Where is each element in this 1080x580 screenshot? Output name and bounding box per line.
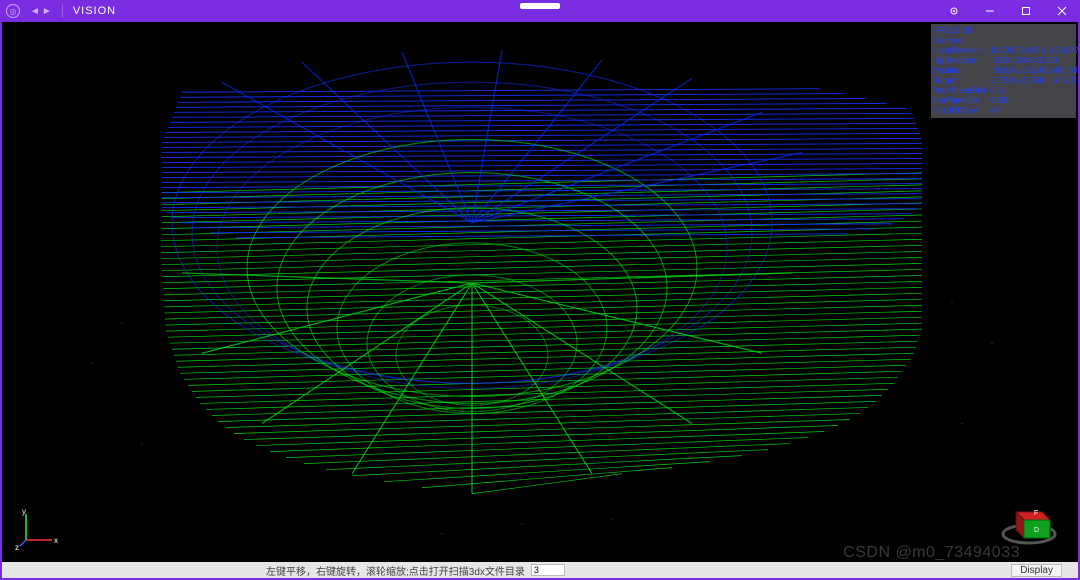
hud-row-lookdirection: LookDirection 11.100,264.906,-123.677 (934, 46, 1073, 56)
hud-value: -28.614,-332.406,409.588 (990, 66, 1078, 76)
window-title: VISION (73, 5, 116, 17)
maximize-icon (1021, 6, 1031, 16)
hud-camera-label: Camera (934, 36, 962, 46)
camera-info-hud: FPS: 19.08 Camera LookDirection 11.100,2… (931, 24, 1076, 118)
nav-forward-button[interactable]: ► (42, 6, 52, 17)
hud-label: Target (934, 76, 990, 86)
hud-value: 5000 (990, 96, 1008, 106)
hud-row-target: Target -17.514,-67.040,-14.315 (934, 76, 1073, 86)
titlebar: ◎ ◄ ► VISION (0, 0, 1080, 22)
hud-value: 45° (990, 106, 1002, 116)
axis-x-label: x (54, 536, 58, 545)
axis-widget: x y z (18, 508, 58, 548)
statusbar-spin-input[interactable] (531, 564, 565, 576)
viewport-3d[interactable]: FPS: 19.08 Camera LookDirection 11.100,2… (2, 22, 1078, 560)
viewcube-cube-icon (1016, 512, 1050, 538)
hud-value: 0.01 (990, 86, 1006, 96)
hud-value: 11.100,264.906,-123.677 (990, 46, 1078, 56)
axis-z-label: z (15, 543, 19, 552)
titlebar-handle[interactable] (520, 3, 560, 9)
hud-label: NearPlaneDist (934, 86, 990, 96)
minimize-icon (985, 6, 995, 16)
hud-label: FieldOfView (934, 106, 990, 116)
statusbar-hint: 左键平移，右键旋转，滚轮缩放;点击打开扫描3dx文件目录 (266, 563, 525, 578)
nav-arrows: ◄ ► (30, 6, 52, 17)
viewcube-face-top: F (1034, 510, 1038, 517)
hud-label: FarPlaneDist (934, 96, 990, 106)
hud-fps: FPS: 19.08 (934, 26, 1073, 36)
hud-value: -17.514,-67.040,-14.315 (990, 76, 1076, 86)
close-icon (1057, 6, 1067, 16)
hud-label: UpDirection (934, 56, 990, 66)
titlebar-left: ◎ ◄ ► VISION (0, 4, 116, 18)
hud-row-farplane: FarPlaneDist 5000 (934, 96, 1073, 106)
window-controls (936, 0, 1080, 22)
app-icon: ◎ (6, 4, 20, 18)
hud-row-position: Position -28.614,-332.406,409.588 (934, 66, 1073, 76)
pointcloud-render (2, 22, 1078, 560)
titlebar-center (0, 3, 1080, 9)
display-button[interactable]: Display (1011, 564, 1062, 577)
hud-row-fov: FieldOfView 45° (934, 106, 1073, 116)
viewcube[interactable]: F D (998, 498, 1060, 546)
hud-label: LookDirection (934, 46, 990, 56)
nav-back-button[interactable]: ◄ (30, 6, 40, 17)
hud-label: Position (934, 66, 990, 76)
viewcube-face-front: D (1034, 527, 1039, 534)
maximize-button[interactable] (1008, 0, 1044, 22)
titlebar-divider (62, 4, 63, 18)
hud-camera-header: Camera (934, 36, 1073, 46)
hud-fps-value: 19.08 (952, 26, 972, 36)
statusbar: 左键平移，右键旋转，滚轮缩放;点击打开扫描3dx文件目录 Display (2, 562, 1078, 578)
axis-y-label: y (22, 507, 26, 516)
axis-z-icon (20, 540, 26, 546)
hud-row-nearplane: NearPlaneDist 0.01 (934, 86, 1073, 96)
hud-row-updirection: UpDirection -0.014,0.940,0.339 (934, 56, 1073, 66)
gear-icon (949, 6, 959, 16)
hud-fps-label: FPS: (934, 26, 952, 36)
minimize-button[interactable] (972, 0, 1008, 22)
close-button[interactable] (1044, 0, 1080, 22)
hud-value: -0.014,0.940,0.339 (990, 56, 1057, 66)
settings-button[interactable] (936, 0, 972, 22)
